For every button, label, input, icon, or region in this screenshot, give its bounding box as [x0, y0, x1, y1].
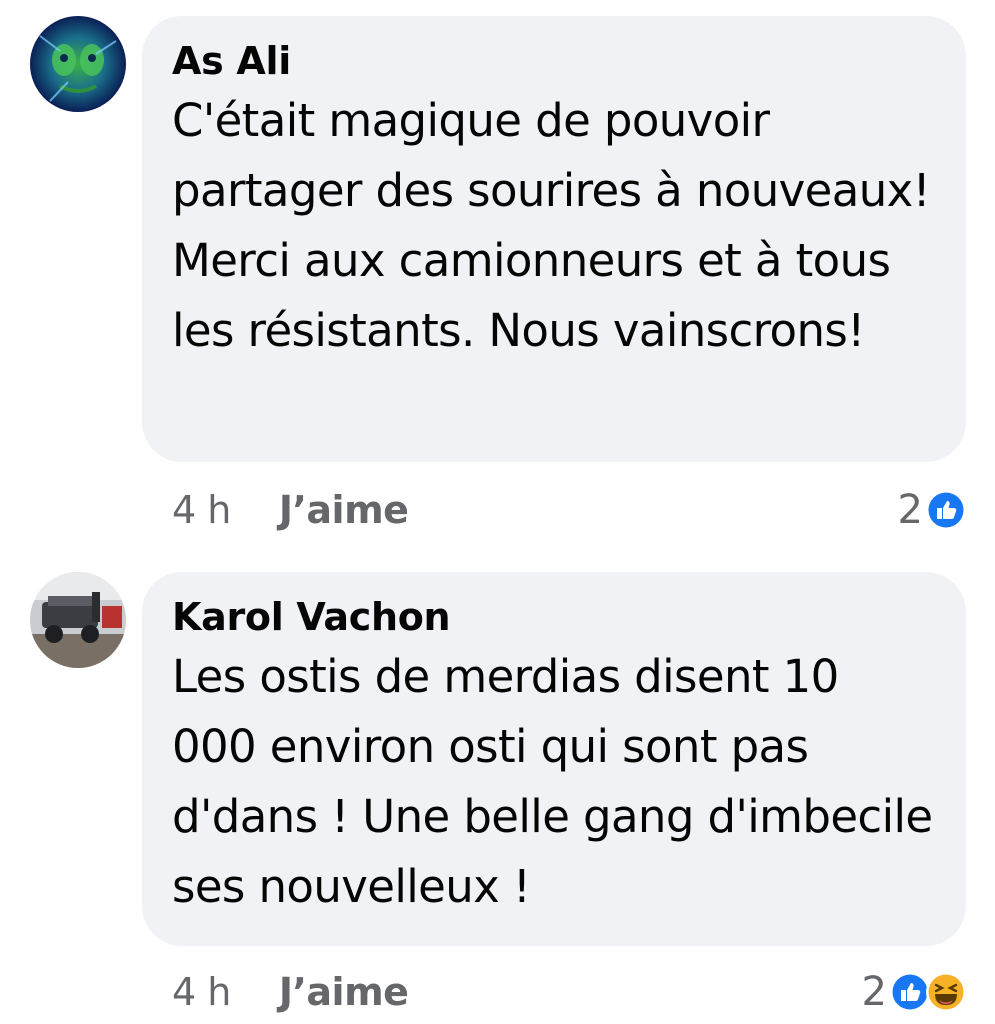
comment-time[interactable]: 4 h: [172, 486, 231, 534]
like-button[interactable]: J’aime: [279, 486, 409, 534]
comment-meta: 4 h J’aime: [172, 968, 409, 1016]
comment-text: Les ostis de merdias disent 10 000 envir…: [172, 650, 933, 913]
comment-meta: 4 h J’aime: [172, 486, 409, 534]
reaction-summary[interactable]: 2: [862, 968, 967, 1016]
avatar[interactable]: [30, 572, 126, 668]
reaction-summary[interactable]: 2: [898, 486, 967, 534]
comment-author[interactable]: As Ali: [172, 38, 936, 84]
reaction-count: 2: [897, 487, 923, 533]
comment-time[interactable]: 4 h: [172, 968, 231, 1016]
avatar[interactable]: [30, 16, 126, 112]
like-icon: [926, 490, 966, 530]
reaction-count: 2: [861, 969, 887, 1015]
comment-text: C'était magique de pouvoir partager des …: [172, 94, 931, 357]
comment-author[interactable]: Karol Vachon: [172, 594, 936, 640]
like-button[interactable]: J’aime: [279, 968, 409, 1016]
haha-icon: [926, 972, 966, 1012]
comment-bubble: As Ali C'était magique de pouvoir partag…: [142, 16, 966, 462]
comment-bubble: Karol Vachon Les ostis de merdias disent…: [142, 572, 966, 946]
